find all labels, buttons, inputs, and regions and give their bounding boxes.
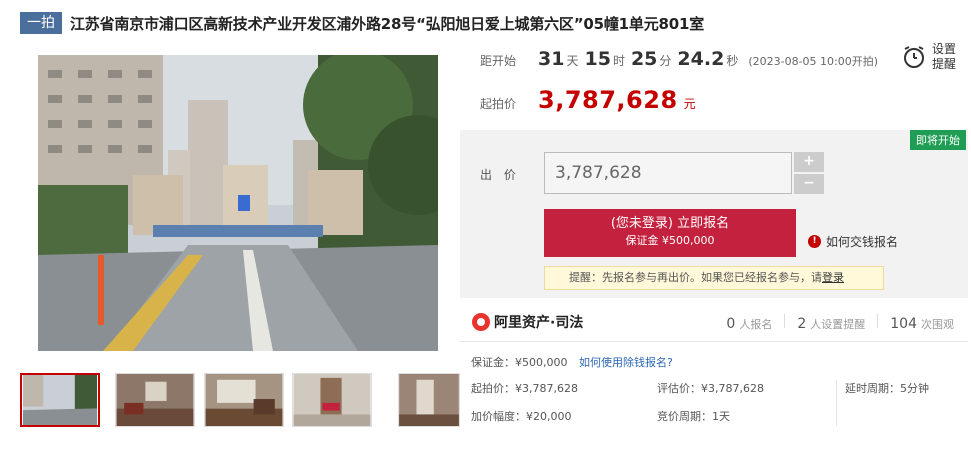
bid-panel: 即将开始 出 价 + − (您未登录) 立即报名 保证金 ¥500,000 ! … [460,130,968,298]
thumbnail-1-image [22,375,98,425]
increase-bid-button[interactable]: + [794,152,824,172]
term-bidding-cycle: 竞价周期：1天 [657,410,730,423]
reminder-count-label: 人设置提醒 [810,318,866,331]
bid-amount-input[interactable] [544,152,792,194]
thumbnail-strip [20,373,460,427]
bid-stepper: + − [794,152,826,194]
thumbnail-4[interactable] [292,373,372,427]
starting-price-label: 起拍价 [480,97,517,111]
stats: 0 人报名 2 人设置提醒 104 次围观 [714,314,960,332]
countdown-minutes: 25 [630,48,658,70]
signup-count: 0 [726,316,736,332]
divider [877,314,879,328]
countdown: 距开始 31 天 15 时 25 分 24.2 秒 (2023-08-05 10… [480,48,878,74]
deposit-help-label: 如何交钱报名 [826,235,899,249]
alibaba-assets-logo-icon [472,313,490,331]
countdown-hours-unit: 时 [612,54,625,68]
countdown-label: 距开始 [480,54,517,68]
starting-price-value: 3,787,628 [538,86,678,114]
starting-price-unit: 元 [683,97,696,111]
reminder-count: 2 [797,316,807,332]
divider [836,380,837,426]
divider [784,314,786,328]
thumbnail-4-image [293,374,371,426]
deposit-amount: 保证金：¥500,000 [471,356,568,369]
countdown-days: 31 [538,48,565,70]
brand[interactable]: 阿里资产·司法 [472,312,583,332]
thumbnail-3-image [205,374,283,426]
set-reminder-button[interactable]: 设置提醒 [902,40,964,74]
countdown-minutes-unit: 分 [659,54,672,68]
countdown-hours: 15 [584,48,611,70]
login-tip: 提醒：先报名参与再出价。如果您已经报名参与，请登录 [544,266,884,290]
login-tip-text: 提醒：先报名参与再出价。如果您已经报名参与，请 [569,271,822,284]
thumbnail-3[interactable] [204,373,284,427]
thumbnail-5-image [399,374,459,426]
term-delay-cycle: 延时周期：5分钟 [845,382,929,395]
starting-price: 起拍价 3,787,628 元 [480,86,696,116]
thumbnail-2-image [116,374,194,426]
set-reminder-label: 设置提醒 [932,42,957,71]
item-title: 江苏省南京市浦口区高新技术产业开发区浦外路28号“弘阳旭日爱上城第六区”05幢1… [70,14,705,33]
signup-now-button[interactable]: (您未登录) 立即报名 保证金 ¥500,000 [544,209,796,257]
view-count-label: 次围观 [921,318,954,331]
countdown-seconds-unit: 秒 [726,54,739,68]
brand-name: 阿里资产·司法 [494,315,584,331]
thumbnail-5[interactable] [398,373,460,427]
decrease-bid-button[interactable]: − [794,174,824,194]
auction-start-time: (2023-08-05 10:00开拍) [748,55,879,68]
deposit-usage-help-link[interactable]: 如何使用除钱报名? [579,356,673,369]
signup-count-label: 人报名 [739,318,773,331]
thumbnail-2[interactable] [115,373,195,427]
signup-button-label: (您未登录) 立即报名 [610,216,730,231]
deposit-row: 保证金：¥500,000 如何使用除钱报名? [471,354,673,370]
auction-round-tag: 一拍 [20,12,62,34]
title-bar: 一拍 江苏省南京市浦口区高新技术产业开发区浦外路28号“弘阳旭日爱上城第六区”0… [20,10,960,36]
deposit-help-link[interactable]: ! 如何交钱报名 [808,233,898,250]
login-link[interactable]: 登录 [822,271,844,284]
alarm-clock-icon [904,46,924,68]
term-start-price: 起拍价：¥3,787,628 [471,382,578,395]
main-photo-image [38,55,438,351]
countdown-days-unit: 天 [566,54,579,68]
signup-deposit-label: 保证金 ¥500,000 [625,234,715,247]
brand-stats-row: 阿里资产·司法 0 人报名 2 人设置提醒 104 次围观 [460,302,968,342]
bid-label: 出 价 [480,168,520,182]
view-count: 104 [890,316,917,332]
countdown-seconds: 24.2 [677,48,725,70]
term-increment: 加价幅度：¥20,000 [471,410,572,423]
main-photo[interactable] [38,55,438,351]
thumbnail-1[interactable] [20,373,100,427]
info-icon: ! [808,235,821,248]
term-appraisal: 评估价：¥3,787,628 [657,382,764,395]
status-badge: 即将开始 [910,130,966,150]
